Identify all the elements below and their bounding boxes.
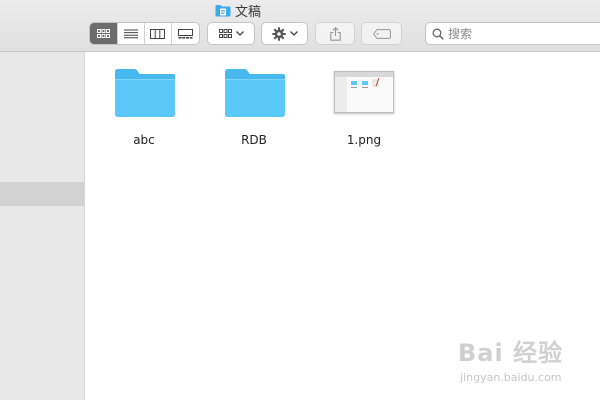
chevron-down-icon xyxy=(289,31,298,36)
list-view-button[interactable] xyxy=(118,23,145,44)
list-icon xyxy=(124,29,139,38)
tags-button[interactable] xyxy=(361,22,402,45)
window-title: 文稿 xyxy=(215,1,262,20)
grid-icon xyxy=(97,29,111,38)
folder-item-abc[interactable]: abc xyxy=(94,66,194,156)
screenshot-preview-icon xyxy=(335,72,393,112)
folder-icon xyxy=(225,69,285,117)
chevron-down-icon xyxy=(235,31,244,36)
finder-toolbar: 文稿 xyxy=(0,0,600,52)
folder-item-rdb[interactable]: RDB xyxy=(204,66,304,156)
action-button[interactable] xyxy=(261,22,308,45)
column-view-button[interactable] xyxy=(145,23,172,44)
sidebar-selected-item[interactable] xyxy=(0,182,84,206)
gear-icon xyxy=(271,26,286,41)
window-title-text: 文稿 xyxy=(235,4,262,20)
search-icon xyxy=(432,28,444,40)
tag-icon xyxy=(372,28,391,39)
folder-doc-icon xyxy=(215,4,231,16)
watermark-text: Bai 经验 xyxy=(458,339,564,367)
file-name: RDB xyxy=(241,133,267,147)
group-by-button[interactable] xyxy=(207,22,255,45)
search-input[interactable] xyxy=(448,26,588,41)
gallery-view-button[interactable] xyxy=(172,23,199,44)
grid-icon xyxy=(218,29,232,38)
gallery-icon xyxy=(177,28,193,39)
sidebar xyxy=(0,52,85,400)
image-thumbnail-icon xyxy=(334,71,394,113)
file-name: 1.png xyxy=(346,133,382,147)
columns-icon xyxy=(150,28,166,39)
share-button[interactable] xyxy=(315,22,355,45)
baidu-jingyan-watermark: Bai 经验 jingyan.baidu.com xyxy=(458,333,598,393)
file-item-1-png[interactable]: 1.png xyxy=(314,66,414,156)
watermark-url: jingyan.baidu.com xyxy=(460,371,562,384)
share-icon xyxy=(329,26,341,41)
folder-icon xyxy=(115,69,175,117)
view-mode-segmented-control xyxy=(89,22,200,45)
file-name: abc xyxy=(133,133,155,147)
icon-view-button[interactable] xyxy=(90,23,119,44)
search-field[interactable] xyxy=(425,22,600,45)
